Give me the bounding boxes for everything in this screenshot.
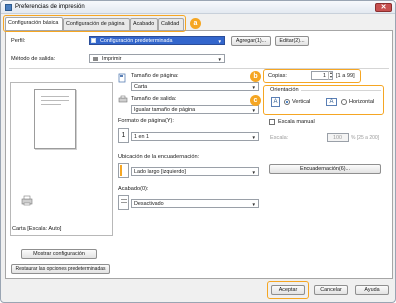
- chevron-down-icon: ▼: [251, 135, 256, 140]
- page-size-select[interactable]: Carta ▼: [131, 82, 259, 91]
- output-method-label: Método de salida:: [11, 56, 56, 62]
- profile-value: Configuración predeterminada: [100, 38, 173, 44]
- page-layout-value: 1 en 1: [134, 134, 149, 140]
- output-size-select[interactable]: Igualar tamaño de página ▼: [131, 105, 259, 114]
- page-size-value: Carta: [134, 84, 148, 90]
- finishing-value: Desactivado: [134, 201, 164, 207]
- output-method-select[interactable]: Imprimir ▼: [89, 54, 225, 63]
- callout-b: b: [250, 71, 261, 82]
- printer-icon: [21, 195, 33, 206]
- edit-profile-button[interactable]: Editar(2)...: [275, 36, 309, 46]
- tab-calidad[interactable]: Calidad: [158, 18, 184, 30]
- copies-label: Copias:: [268, 73, 287, 79]
- chevron-down-icon: ▼: [217, 57, 222, 62]
- callout-c: c: [250, 95, 261, 106]
- landscape-icon: A: [326, 98, 337, 106]
- page-preview: [34, 89, 76, 149]
- chevron-down-icon: ▼: [251, 202, 256, 207]
- output-size-value: Igualar tamaño de página: [134, 107, 196, 113]
- scale-label: Escala:: [270, 135, 289, 141]
- tab-configuracion-pagina[interactable]: Configuración de página: [63, 18, 130, 30]
- finishing-select[interactable]: Desactivado ▼: [131, 199, 259, 208]
- copies-range: [1 a 99]: [336, 73, 355, 79]
- binding-button[interactable]: Encuadernación(6)...: [269, 164, 381, 174]
- portrait-icon: A: [271, 97, 280, 107]
- cancel-button[interactable]: Cancelar: [314, 285, 348, 295]
- page-layout-label: Formato de página(Y):: [118, 118, 174, 124]
- window-title: Preferencias de impresión: [15, 4, 85, 10]
- printer-icon: [93, 57, 98, 61]
- profile-icon: [91, 38, 96, 43]
- binding-location-select[interactable]: Lado largo [izquierdo] ▼: [131, 167, 259, 176]
- chevron-down-icon: ▼: [251, 170, 256, 175]
- divider: [301, 90, 381, 91]
- show-settings-button[interactable]: Mostrar configuración: [21, 249, 97, 259]
- page-size-label: Tamaño de página:: [131, 73, 179, 79]
- ok-button[interactable]: Aceptar: [271, 285, 305, 295]
- page-layout-icon: 1: [118, 128, 129, 143]
- manual-scaling-label: Escala manual: [278, 119, 315, 125]
- output-size-icon: [118, 95, 128, 104]
- page-layout-select[interactable]: 1 en 1 ▼: [131, 132, 259, 141]
- restore-defaults-button[interactable]: Restaurar las opciones predeterminadas: [11, 264, 110, 274]
- manual-scaling-checkbox[interactable]: [269, 119, 275, 125]
- landscape-radio[interactable]: [341, 99, 347, 105]
- close-button[interactable]: ✕: [375, 3, 392, 12]
- chevron-down-icon: ▼: [251, 85, 256, 90]
- help-button[interactable]: Ayuda: [355, 285, 389, 295]
- printer-app-icon: [5, 4, 12, 11]
- finishing-label: Acabado(0):: [118, 186, 149, 192]
- portrait-label: Vertical: [292, 99, 311, 105]
- title-bar: Preferencias de impresión ✕: [1, 1, 395, 14]
- copies-stepper[interactable]: ▲ ▼: [328, 71, 333, 80]
- landscape-label: Horizontal: [349, 99, 375, 105]
- tab-acabado[interactable]: Acabado: [130, 18, 158, 30]
- portrait-radio[interactable]: [284, 99, 290, 105]
- chevron-down-icon: ▼: [251, 108, 256, 113]
- chevron-down-icon: ▼: [217, 39, 222, 44]
- preview-caption: Carta [Escala: Auto]: [12, 226, 62, 232]
- binding-icon: [118, 163, 129, 178]
- finishing-icon: [118, 195, 129, 210]
- profile-label: Perfil:: [11, 38, 26, 44]
- binding-location-label: Ubicación de la encuadernación:: [118, 154, 200, 160]
- add-profile-button[interactable]: Agregar(1)...: [231, 36, 271, 46]
- print-preferences-window: Preferencias de impresión ✕ Configuració…: [0, 0, 396, 303]
- tab-configuracion-basica[interactable]: Configuración básica: [5, 17, 63, 30]
- scale-range: % [25 a 200]: [351, 135, 380, 141]
- output-size-label: Tamaño de salida:: [131, 96, 177, 102]
- scale-input[interactable]: 100: [327, 133, 349, 142]
- page-size-icon: [118, 73, 126, 83]
- profile-select[interactable]: Configuración predeterminada ▼: [89, 36, 225, 45]
- callout-a: a: [190, 18, 201, 29]
- orientation-label: Orientación: [270, 87, 299, 93]
- binding-location-value: Lado largo [izquierdo]: [134, 169, 186, 175]
